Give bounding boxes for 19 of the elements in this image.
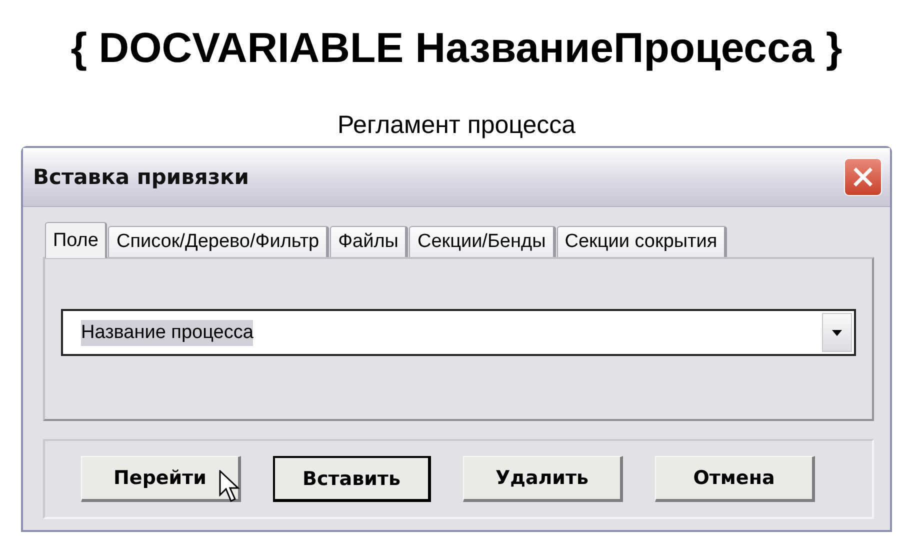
dialog-button[interactable]: Удалить [463, 456, 623, 502]
dialog-button[interactable]: Отмена [655, 456, 815, 502]
dropdown-button[interactable] [822, 313, 852, 352]
close-button[interactable] [844, 158, 882, 196]
close-icon [852, 166, 874, 188]
tab[interactable]: Секции/Бенды [409, 226, 556, 257]
tab[interactable]: Список/Дерево/Фильтр [108, 226, 330, 257]
dialog-button[interactable]: Вставить [273, 456, 431, 502]
window-title: Вставка привязки [33, 165, 250, 189]
combo-box[interactable]: Название процесса [61, 309, 856, 356]
tab[interactable]: Файлы [330, 226, 408, 257]
combo-value: Название процесса [81, 320, 254, 346]
dialog-button[interactable]: Перейти [81, 456, 241, 502]
mouse-pointer-icon [219, 470, 241, 504]
subtitle: Регламент процесса [337, 110, 576, 140]
tab[interactable]: Секции сокрытия [556, 226, 728, 257]
heading: { DOCVARIABLE НазваниеПроцесса } [70, 23, 842, 73]
tab[interactable]: Поле [45, 222, 108, 258]
caret-icon [832, 330, 842, 336]
